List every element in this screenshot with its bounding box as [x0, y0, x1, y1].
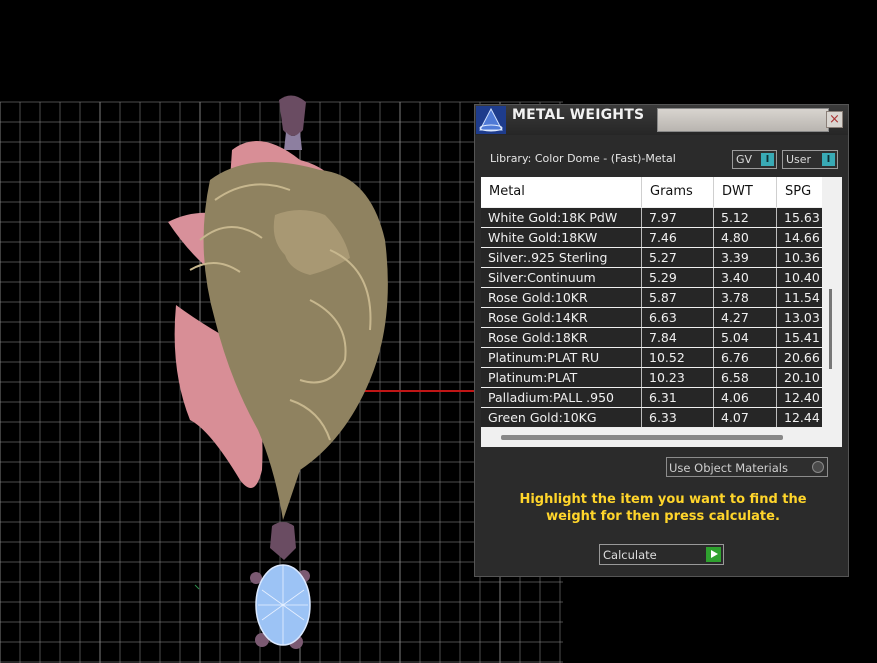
grams-cell: 7.46	[642, 228, 714, 247]
dwt-cell: 4.06	[714, 388, 777, 407]
metal-cell: Palladium:PALL .950	[481, 388, 642, 407]
dwt-cell: 3.40	[714, 268, 777, 287]
table-body: White Gold:18K PdW 7.97 5.12 15.63 White Gol…	[481, 208, 822, 428]
play-icon	[706, 547, 721, 562]
column-header-grams[interactable]: Grams	[642, 177, 714, 207]
metal-cell: Rose Gold:14KR	[481, 308, 642, 327]
y-axis-marker	[194, 584, 200, 590]
dwt-cell: 4.80	[714, 228, 777, 247]
grams-cell: 6.63	[642, 308, 714, 327]
spg-cell: 11.54	[784, 290, 820, 305]
spg-cell: 20.10	[784, 370, 820, 385]
grams-cell: 10.23	[642, 368, 714, 387]
spg-cell: 10.40	[784, 270, 820, 285]
spg-cell: 12.40	[784, 390, 820, 405]
dwt-cell: 6.58	[714, 368, 777, 387]
panel-title: METAL WEIGHTS	[512, 107, 645, 123]
spg-cell: 14.66	[784, 230, 820, 245]
table-header: Metal Grams DWT SPG	[481, 177, 822, 207]
calculate-label: Calculate	[603, 548, 657, 562]
grams-cell: 7.84	[642, 328, 714, 347]
metal-cell: Rose Gold:10KR	[481, 288, 642, 307]
column-header-metal[interactable]: Metal	[481, 177, 642, 207]
gv-toggle-label: GV	[736, 153, 753, 166]
metal-weights-panel: METAL WEIGHTS × Library: Color Dome - (F…	[474, 104, 849, 577]
table-row[interactable]: Platinum:PLAT RU 10.52 6.76 20.66	[481, 348, 822, 367]
grams-cell: 5.29	[642, 268, 714, 287]
table-row[interactable]: Rose Gold:14KR 6.63 4.27 13.03	[481, 308, 822, 327]
table-row[interactable]: Rose Gold:18KR 7.84 5.04 15.41	[481, 328, 822, 347]
grams-cell: 10.52	[642, 348, 714, 367]
gv-toggle-indicator: I	[761, 153, 774, 166]
calculate-button[interactable]: Calculate	[599, 544, 724, 565]
dwt-cell: 3.39	[714, 248, 777, 267]
spg-cell: 12.44	[784, 410, 820, 425]
user-toggle-indicator: I	[822, 153, 835, 166]
metal-cell: Platinum:PLAT	[481, 368, 642, 387]
library-label: Library: Color Dome - (Fast)-Metal	[490, 152, 676, 165]
metal-cell: Silver:Continuum	[481, 268, 642, 287]
dwt-cell: 6.76	[714, 348, 777, 367]
metal-table: Metal Grams DWT SPG White Gold:18K PdW 7.…	[481, 177, 842, 447]
use-object-materials-radio[interactable]: Use Object Materials	[666, 457, 828, 477]
app-logo-icon	[476, 106, 506, 134]
metal-cell: White Gold:18K PdW	[481, 208, 642, 227]
grams-cell: 7.97	[642, 208, 714, 227]
metal-cell: Silver:.925 Sterling	[481, 248, 642, 267]
table-row[interactable]: Green Gold:10KG 6.33 4.07 12.44	[481, 408, 822, 427]
user-toggle-label: User	[786, 153, 812, 166]
radio-icon	[812, 461, 824, 473]
table-row[interactable]: Silver:.925 Sterling 5.27 3.39 10.36	[481, 248, 822, 267]
dwt-cell: 4.07	[714, 408, 777, 427]
spg-cell: 15.63	[784, 210, 820, 225]
bail-top	[279, 95, 306, 136]
use-object-materials-label: Use Object Materials	[669, 461, 788, 475]
grams-cell: 6.31	[642, 388, 714, 407]
vertical-scrollbar[interactable]	[825, 179, 838, 425]
spg-cell: 13.03	[784, 310, 820, 325]
grams-cell: 5.27	[642, 248, 714, 267]
horizontal-scrollbar[interactable]	[501, 435, 783, 440]
grams-cell: 5.87	[642, 288, 714, 307]
spg-cell: 10.36	[784, 250, 820, 265]
close-icon[interactable]: ×	[826, 111, 843, 128]
dwt-cell: 5.12	[714, 208, 777, 227]
metal-cell: Green Gold:10KG	[481, 408, 642, 427]
pendant-model[interactable]	[168, 95, 388, 649]
table-row[interactable]: Rose Gold:10KR 5.87 3.78 11.54	[481, 288, 822, 307]
title-bar[interactable]: METAL WEIGHTS ×	[475, 105, 848, 135]
metal-cell: Platinum:PLAT RU	[481, 348, 642, 367]
metal-cell: Rose Gold:18KR	[481, 328, 642, 347]
gv-toggle[interactable]: GV I	[732, 150, 777, 169]
metal-cell: White Gold:18KW	[481, 228, 642, 247]
spg-cell: 15.41	[784, 330, 820, 345]
dwt-cell: 4.27	[714, 308, 777, 327]
grams-cell: 6.33	[642, 408, 714, 427]
table-row[interactable]: Silver:Continuum 5.29 3.40 10.40	[481, 268, 822, 287]
title-bar-fill	[657, 108, 829, 132]
dwt-cell: 5.04	[714, 328, 777, 347]
table-row[interactable]: White Gold:18K PdW 7.97 5.12 15.63	[481, 208, 822, 227]
table-row[interactable]: Palladium:PALL .950 6.31 4.06 12.40	[481, 388, 822, 407]
column-header-spg[interactable]: SPG	[777, 177, 822, 207]
vertical-scroll-thumb[interactable]	[829, 289, 832, 369]
table-row[interactable]: White Gold:18KW 7.46 4.80 14.66	[481, 228, 822, 247]
instructions-text: Highlight the item you want to find the …	[519, 492, 807, 524]
table-row[interactable]: Platinum:PLAT 10.23 6.58 20.10	[481, 368, 822, 387]
drop-link	[270, 522, 296, 560]
column-header-dwt[interactable]: DWT	[714, 177, 777, 207]
user-toggle[interactable]: User I	[782, 150, 838, 169]
dwt-cell: 3.78	[714, 288, 777, 307]
spg-cell: 20.66	[784, 350, 820, 365]
